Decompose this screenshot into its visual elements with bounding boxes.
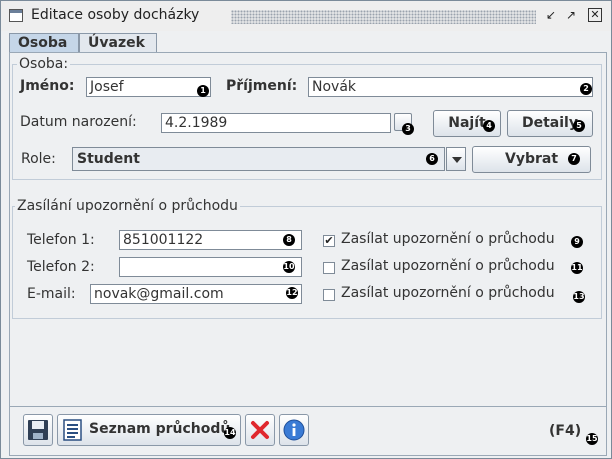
- phone2-label: Telefon 2:: [27, 259, 95, 275]
- info-icon: [283, 419, 305, 441]
- badge-9: 9: [571, 236, 583, 248]
- notify-checkbox-3[interactable]: [323, 289, 335, 301]
- role-label: Role:: [21, 151, 56, 167]
- badge-4: 4: [483, 120, 495, 132]
- badge-1: 1: [197, 85, 209, 97]
- window-icon: [9, 9, 23, 22]
- notify-checkbox-2[interactable]: [323, 262, 335, 274]
- tab-uvazek[interactable]: Úvazek: [79, 33, 157, 52]
- last-name-label: Příjmení:: [226, 78, 298, 94]
- badge-10: 10: [283, 261, 295, 273]
- badge-3: 3: [402, 123, 414, 135]
- notify-checkbox-1[interactable]: ✔: [323, 235, 335, 247]
- email-label: E-mail:: [27, 286, 76, 302]
- badge-15: 15: [586, 433, 598, 445]
- badge-11: 11: [571, 262, 583, 274]
- delete-icon: [251, 421, 269, 439]
- tab-osoba[interactable]: Osoba: [9, 33, 79, 53]
- badge-6: 6: [426, 153, 438, 165]
- bottom-toolbar: Seznam průchodů 14 (F4) 15: [9, 406, 607, 456]
- phone2-field[interactable]: [119, 257, 302, 277]
- close-icon[interactable]: ✕: [588, 8, 602, 22]
- birth-date-field[interactable]: 4.2.1989: [161, 113, 391, 133]
- minimize-icon[interactable]: ↙: [544, 8, 558, 22]
- save-icon: [28, 420, 48, 440]
- badge-2: 2: [580, 83, 592, 95]
- info-button[interactable]: [279, 414, 309, 446]
- person-group-title: Osoba:: [17, 56, 71, 72]
- first-name-label: Jméno:: [20, 78, 75, 94]
- badge-13: 13: [573, 291, 585, 303]
- notify-checkbox-3-label[interactable]: Zasílat upozornění o průchodu: [341, 285, 555, 301]
- save-button[interactable]: [23, 414, 53, 446]
- passages-list-button[interactable]: Seznam průchodů 14: [57, 414, 241, 446]
- last-name-field[interactable]: Novák: [308, 77, 593, 97]
- phone1-field[interactable]: 851001122: [119, 230, 302, 250]
- checkmark-icon: ✔: [324, 234, 334, 247]
- dropdown-arrow-icon[interactable]: [446, 147, 466, 171]
- badge-7: 7: [568, 153, 580, 165]
- window-title: Editace osoby docházky: [31, 7, 200, 23]
- maximize-icon[interactable]: ↗: [564, 8, 578, 22]
- phone1-label: Telefon 1:: [27, 232, 95, 248]
- tab-panel: Osoba: Jméno: Josef 1 Příjmení: Novák 2 …: [9, 52, 607, 407]
- role-combobox[interactable]: Student: [72, 147, 445, 171]
- title-bar[interactable]: Editace osoby docházky ↙ ↗ ✕: [1, 1, 611, 31]
- delete-button[interactable]: [245, 414, 275, 446]
- first-name-field[interactable]: Josef: [86, 77, 211, 97]
- badge-12: 12: [286, 287, 298, 299]
- badge-8: 8: [283, 234, 295, 246]
- title-grip: [231, 10, 536, 24]
- birth-date-label: Datum narození:: [20, 114, 137, 130]
- notification-group-title: Zasílání upozornění o průchodu: [15, 198, 240, 214]
- dialog-window: Editace osoby docházky ↙ ↗ ✕ Osoba Úvaze…: [0, 0, 612, 459]
- passages-list-label: Seznam průchodů: [89, 421, 231, 437]
- list-icon: [63, 419, 82, 441]
- badge-14: 14: [224, 427, 236, 439]
- email-field[interactable]: novak@gmail.com: [90, 284, 302, 304]
- notify-checkbox-2-label[interactable]: Zasílat upozornění o průchodu: [341, 258, 555, 274]
- shortcut-hint: (F4): [549, 423, 582, 439]
- badge-5: 5: [573, 120, 585, 132]
- notify-checkbox-1-label[interactable]: Zasílat upozornění o průchodu: [341, 231, 555, 247]
